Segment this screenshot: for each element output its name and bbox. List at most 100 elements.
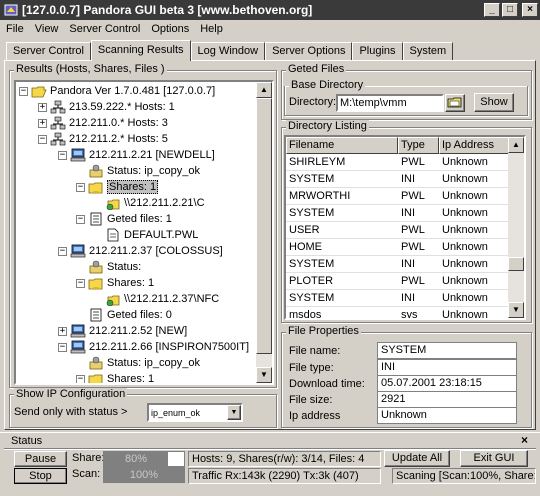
tree-node[interactable]: − Geted files: 1 (76, 211, 172, 227)
table-row[interactable]: PLOTER PWL Unknown (286, 273, 514, 290)
table-row[interactable]: HOME PWL Unknown (286, 239, 514, 256)
tree-node[interactable]: − 212.211.2.66 [INSPIRON7500IT] (58, 339, 249, 355)
cell-type: INI (401, 292, 416, 304)
tab-server-options[interactable]: Server Options (265, 42, 353, 61)
tree-node[interactable]: − 212.211.2.37 [COLOSSUS] (58, 243, 223, 259)
tree-node[interactable]: Status: (76, 259, 141, 275)
collapse-icon[interactable]: − (19, 86, 28, 96)
tree-node-label: 212.211.2.37 [COLOSSUS] (89, 245, 223, 257)
table-row[interactable]: SYSTEM INI Unknown (286, 171, 514, 188)
update-all-button[interactable]: Update All (384, 450, 450, 467)
collapse-icon[interactable]: − (76, 278, 85, 288)
tree-node[interactable]: − 212.211.2.* Hosts: 5 (38, 131, 168, 147)
tree-scrollbar[interactable]: ▲ ▼ (256, 82, 272, 383)
tab-server-control[interactable]: Server Control (6, 42, 91, 61)
exit-gui-button[interactable]: Exit GUI (460, 450, 528, 467)
tree-node[interactable]: DEFAULT.PWL (93, 227, 198, 243)
tree-node[interactable]: +213.59.222.* Hosts: 1 (38, 99, 175, 115)
listing-scroll-up-icon[interactable]: ▲ (508, 137, 524, 153)
tree-node[interactable]: Status: ip_copy_ok (76, 163, 200, 179)
share-progress-fill: 80% (104, 452, 168, 466)
table-row[interactable]: USER PWL Unknown (286, 222, 514, 239)
tree-node[interactable]: − Shares: 1 (76, 275, 154, 291)
tree-node-label: \\212.211.2.37\NFC (124, 293, 220, 305)
table-row[interactable]: MRWORTHI PWL Unknown (286, 188, 514, 205)
scroll-up-arrow-icon[interactable]: ▲ (256, 82, 272, 98)
dropdown-arrow-icon[interactable]: ▼ (227, 405, 241, 420)
expand-icon[interactable]: + (58, 326, 67, 336)
collapse-icon[interactable]: − (76, 214, 85, 224)
file-name-value: SYSTEM (377, 342, 517, 359)
collapse-icon[interactable]: − (58, 342, 67, 352)
listing-scrollbar[interactable]: ▲ ▼ (508, 137, 524, 318)
network-icon (50, 132, 66, 146)
listing-scroll-thumb[interactable] (508, 257, 524, 271)
table-row[interactable]: SYSTEM INI Unknown (286, 205, 514, 222)
close-button[interactable]: × (522, 3, 538, 17)
cell-ip-address: Unknown (442, 156, 488, 168)
menu-server-control[interactable]: Server Control (69, 23, 140, 35)
pause-button[interactable]: Pause (14, 451, 67, 467)
show-button[interactable]: Show (474, 93, 514, 112)
tree-node-label: Pandora Ver 1.7.0.481 [127.0.0.7] (50, 85, 216, 97)
cell-type: PWL (401, 275, 425, 287)
table-row[interactable]: msdos sys Unknown (286, 307, 514, 318)
cell-ip-address: Unknown (442, 207, 488, 219)
table-row[interactable]: SHIRLEYM PWL Unknown (286, 154, 514, 171)
collapse-icon[interactable]: − (76, 374, 85, 383)
tab-log-window[interactable]: Log Window (190, 42, 266, 61)
ip-address-label: Ip address (289, 409, 341, 422)
column-filename[interactable]: Filename (286, 137, 398, 154)
expand-icon[interactable]: + (38, 102, 47, 112)
browse-folder-button[interactable] (445, 94, 465, 112)
network-icon (50, 116, 66, 130)
listing-scroll-down-icon[interactable]: ▼ (508, 302, 524, 318)
menu-bar: File View Server Control Options Help (0, 20, 540, 38)
minimize-button[interactable]: _ (484, 3, 500, 17)
title-bar: [127.0.0.7] Pandora GUI beta 3 [www.beth… (0, 0, 540, 20)
table-row[interactable]: SYSTEM INI Unknown (286, 290, 514, 307)
table-row[interactable]: SYSTEM INI Unknown (286, 256, 514, 273)
column-type[interactable]: Type (398, 137, 439, 154)
status-close-icon[interactable]: × (521, 433, 528, 447)
collapse-icon[interactable]: − (38, 134, 47, 144)
cell-ip-address: Unknown (442, 241, 488, 253)
directory-input[interactable]: M:\temp\vmm (336, 94, 444, 112)
tree-node-label: Shares: 1 (107, 277, 155, 289)
status-select[interactable]: ip_enum_ok ▼ (147, 403, 243, 422)
tab-scanning-results[interactable]: Scanning Results (90, 40, 191, 61)
stop-button[interactable]: Stop (14, 468, 67, 484)
menu-view[interactable]: View (35, 23, 59, 35)
collapse-icon[interactable]: − (76, 182, 85, 192)
menu-help[interactable]: Help (200, 23, 223, 35)
tree-node-label: 213.59.222.* Hosts: 1 (69, 101, 175, 113)
tree-node[interactable]: +212.211.2.52 [NEW] (58, 323, 187, 339)
tree-node[interactable]: − Shares: 1 (76, 179, 159, 195)
prop-row-file-size: File size: 2921 (289, 391, 517, 408)
tree-node[interactable]: − Shares: 1 (76, 371, 154, 383)
share-icon (106, 199, 120, 210)
cell-filename: SYSTEM (289, 173, 335, 185)
menu-file[interactable]: File (6, 23, 24, 35)
scroll-thumb[interactable] (256, 98, 272, 354)
tree-node[interactable]: \\212.211.2.21\C (93, 195, 205, 211)
tab-system[interactable]: System (402, 42, 454, 61)
collapse-icon[interactable]: − (58, 150, 67, 160)
collapse-icon[interactable]: − (58, 246, 67, 256)
tree-node[interactable]: +212.211.0.* Hosts: 3 (38, 115, 168, 131)
results-tree[interactable]: − Pandora Ver 1.7.0.481 [127.0.0.7] +213.5… (14, 80, 274, 385)
scroll-down-arrow-icon[interactable]: ▼ (256, 367, 272, 383)
maximize-button[interactable]: □ (502, 3, 518, 17)
tree-node[interactable]: \\212.211.2.37\NFC (93, 291, 219, 307)
tree-node[interactable]: − Pandora Ver 1.7.0.481 [127.0.0.7] (19, 83, 215, 99)
expand-icon[interactable]: + (38, 118, 47, 128)
tree-node[interactable]: Geted files: 0 (76, 307, 172, 323)
menu-options[interactable]: Options (151, 23, 189, 35)
tree-node[interactable]: Status: ip_copy_ok (76, 355, 200, 371)
network-icon (50, 100, 66, 114)
tree-node[interactable]: − 212.211.2.21 [NEWDELL] (58, 147, 215, 163)
tab-plugins[interactable]: Plugins (352, 42, 403, 61)
column-ip-address[interactable]: Ip Address (439, 137, 514, 154)
status-title: Status (11, 435, 43, 447)
status-select-value: ip_enum_ok (151, 407, 201, 418)
